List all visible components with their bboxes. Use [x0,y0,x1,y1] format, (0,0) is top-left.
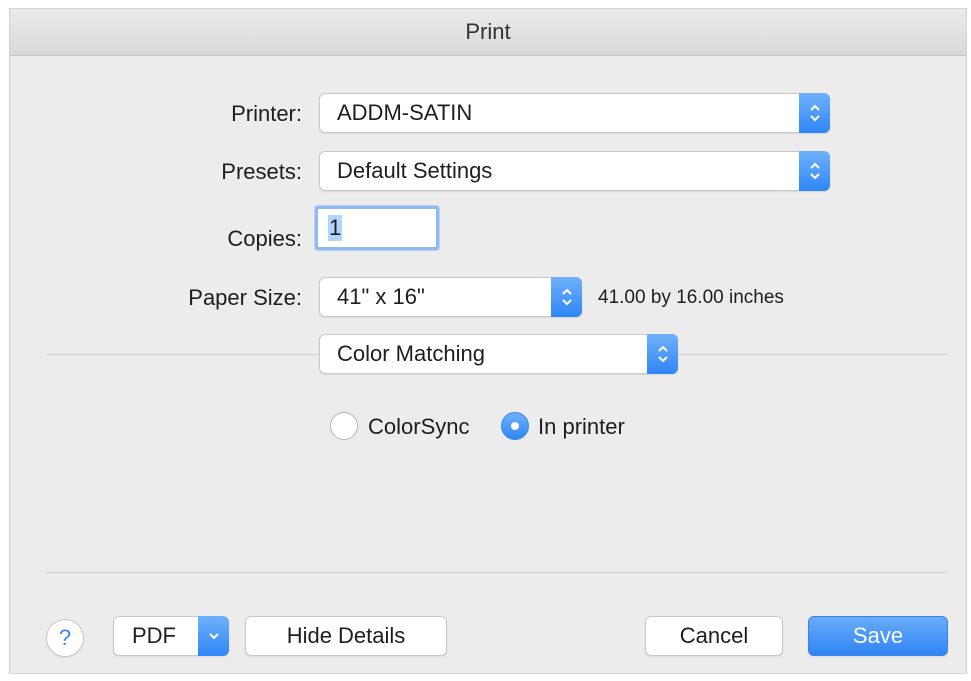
help-button[interactable]: ? [46,619,84,657]
colorsync-radio[interactable] [330,412,358,440]
save-button[interactable]: Save [808,616,948,656]
paper-size-value: 41" x 16" [337,284,425,309]
pdf-menu-button[interactable]: PDF [113,616,229,656]
pdf-label: PDF [132,623,176,648]
copies-input[interactable]: 1 [315,206,439,250]
printer-value: ADDM-SATIN [337,100,473,125]
in-printer-radio[interactable] [501,412,529,440]
section-select[interactable]: Color Matching [319,334,678,374]
up-down-chevron-icon [647,334,678,374]
presets-label: Presets: [221,159,302,184]
hide-details-button[interactable]: Hide Details [245,616,447,656]
paper-size-label: Paper Size: [188,285,302,310]
question-mark-icon: ? [58,625,72,650]
colorsync-label[interactable]: ColorSync [368,414,469,440]
cancel-label: Cancel [679,623,749,648]
hide-details-label: Hide Details [286,623,406,648]
up-down-chevron-icon [551,277,582,317]
printer-select[interactable]: ADDM-SATIN [319,93,830,133]
in-printer-label[interactable]: In printer [538,414,625,440]
save-label: Save [852,623,904,648]
cancel-button[interactable]: Cancel [645,616,783,656]
title-bar: Print [10,9,966,56]
paper-size-select[interactable]: 41" x 16" [319,277,582,317]
copies-value: 1 [328,215,343,241]
window-title: Print [465,19,511,44]
up-down-chevron-icon [799,93,830,133]
copies-label: Copies: [227,226,302,251]
section-value: Color Matching [337,341,485,366]
paper-size-hint: 41.00 by 16.00 inches [598,287,784,308]
footer-divider [46,572,948,573]
presets-value: Default Settings [337,158,493,183]
printer-label: Printer: [231,101,302,126]
up-down-chevron-icon [799,151,830,191]
chevron-down-icon [198,616,229,656]
presets-select[interactable]: Default Settings [319,151,830,191]
